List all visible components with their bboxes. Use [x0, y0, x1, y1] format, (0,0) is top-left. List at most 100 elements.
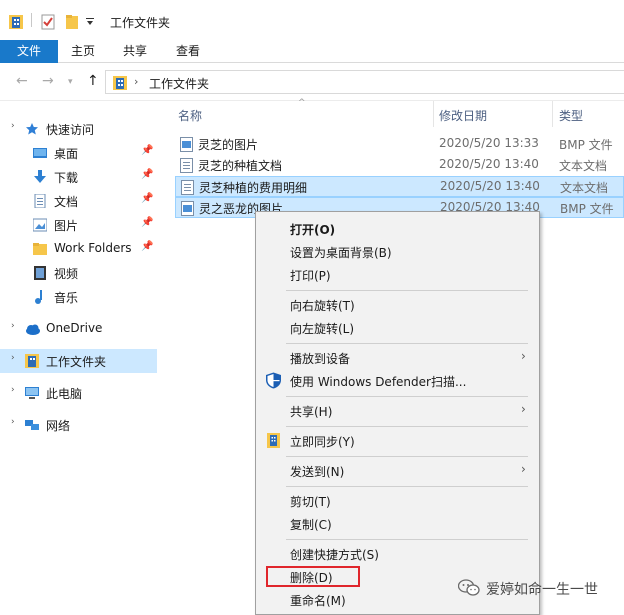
menu-item-rotate-left[interactable]: 向左旋转(L) [259, 316, 536, 338]
tab-share[interactable]: 共享 [114, 40, 156, 63]
column-header-type[interactable]: 类型 [559, 101, 583, 127]
nav-item-label: 此电脑 [46, 387, 83, 401]
work-folder-icon [113, 76, 127, 90]
menu-separator [286, 486, 528, 487]
forward-arrow-icon[interactable]: → [42, 73, 54, 89]
menu-item-label: 播放到设备 [290, 352, 351, 366]
video-icon [34, 266, 46, 280]
menu-item-label: 向右旋转(T) [290, 299, 355, 313]
menu-item-label: 向左旋转(L) [290, 322, 355, 336]
new-folder-icon[interactable] [65, 14, 79, 30]
tab-home[interactable]: 主页 [62, 40, 104, 63]
defender-shield-icon [266, 372, 281, 389]
pin-icon[interactable]: 📌 [141, 241, 153, 252]
menu-item-sync-now[interactable]: 立即同步(Y) [259, 429, 536, 451]
expand-chevron-icon[interactable]: › [11, 385, 15, 395]
menu-item-rotate-right[interactable]: 向右旋转(T) [259, 293, 536, 315]
menu-item-set-desktop-background[interactable]: 设置为桌面背景(B) [259, 240, 536, 262]
file-name: 灵芝的种植文档 [198, 159, 283, 173]
menu-item-cast-to-device[interactable]: 播放到设备 › [259, 346, 536, 368]
menu-item-label: 复制(C) [290, 518, 332, 532]
nav-item-this-pc[interactable]: › 此电脑 [0, 381, 157, 405]
breadcrumb-current[interactable]: 工作文件夹 [149, 75, 209, 92]
computer-icon [25, 387, 39, 399]
sync-folder-icon [267, 433, 280, 448]
file-row[interactable]: 灵芝种植的费用明细 2020/5/20 13:40 文本文档 [175, 176, 624, 197]
menu-item-send-to[interactable]: 发送到(N) › [259, 459, 536, 481]
address-bar[interactable]: › 工作文件夹 [105, 70, 624, 94]
desktop-icon [33, 148, 47, 158]
menu-separator [286, 539, 528, 540]
expand-chevron-icon[interactable]: › [11, 321, 15, 331]
ribbon-tabs: 文件 主页 共享 查看 [0, 40, 624, 63]
file-name: 灵芝种植的费用明细 [199, 181, 308, 195]
column-header-name[interactable]: 名称 [178, 101, 202, 127]
nav-item-label: 桌面 [54, 147, 79, 161]
recent-locations-chevron-icon[interactable]: ▾ [68, 77, 73, 87]
text-file-icon [180, 158, 193, 173]
menu-item-label: 共享(H) [290, 405, 333, 419]
menu-item-cut[interactable]: 剪切(T) [259, 489, 536, 511]
address-row: ← → ▾ ↑ › 工作文件夹 [0, 63, 624, 101]
menu-item-open[interactable]: 打开(O) [259, 217, 536, 239]
up-arrow-icon[interactable]: ↑ [87, 73, 99, 89]
menu-item-label: 打印(P) [290, 269, 331, 283]
menu-item-copy[interactable]: 复制(C) [259, 512, 536, 534]
music-icon [35, 290, 42, 304]
nav-item-label: 音乐 [54, 291, 79, 305]
nav-item-label: 下载 [54, 171, 79, 185]
file-row[interactable]: 灵芝的种植文档 2020/5/20 13:40 文本文档 [175, 155, 624, 176]
properties-icon[interactable] [41, 14, 55, 30]
menu-item-label: 剪切(T) [290, 495, 331, 509]
nav-item-videos[interactable]: 视频 [0, 261, 157, 285]
column-header-date[interactable]: 修改日期 [439, 101, 487, 127]
nav-item-network[interactable]: › 网络 [0, 413, 157, 437]
menu-item-label: 创建快捷方式(S) [290, 548, 379, 562]
title-divider [31, 13, 32, 27]
delete-highlight-box [266, 566, 360, 587]
menu-item-print[interactable]: 打印(P) [259, 263, 536, 285]
pin-icon[interactable]: 📌 [141, 217, 153, 228]
explorer-app-icon[interactable] [8, 14, 24, 30]
tab-view[interactable]: 查看 [167, 40, 209, 63]
nav-item-documents[interactable]: 文档 📌 [0, 189, 157, 213]
tab-file[interactable]: 文件 [0, 40, 58, 63]
collapse-chevron-icon[interactable]: › [11, 121, 15, 131]
file-type: 文本文档 [560, 181, 609, 195]
menu-separator [286, 343, 528, 344]
nav-item-work-folders[interactable]: Work Folders 📌 [0, 237, 157, 261]
picture-icon [33, 218, 47, 232]
menu-item-defender-scan[interactable]: 使用 Windows Defender扫描... [259, 369, 536, 391]
menu-item-create-shortcut[interactable]: 创建快捷方式(S) [259, 542, 536, 564]
nav-item-onedrive[interactable]: › OneDrive [0, 317, 157, 341]
file-type: BMP 文件 [559, 138, 613, 152]
expand-chevron-icon[interactable]: › [11, 353, 15, 363]
menu-separator [286, 290, 528, 291]
expand-chevron-icon[interactable]: › [11, 417, 15, 427]
back-arrow-icon[interactable]: ← [16, 73, 28, 89]
file-row[interactable]: 灵芝的图片 2020/5/20 13:33 BMP 文件 [175, 134, 624, 155]
menu-item-label: 重命名(M) [290, 594, 346, 608]
nav-item-label: 网络 [46, 419, 71, 433]
submenu-arrow-icon: › [521, 462, 526, 476]
customize-toolbar-icon[interactable] [86, 18, 94, 26]
pin-icon[interactable]: 📌 [141, 169, 153, 180]
breadcrumb-separator[interactable]: › [134, 75, 138, 88]
wechat-icon [458, 579, 480, 596]
column-divider[interactable] [433, 101, 434, 127]
nav-item-desktop[interactable]: 桌面 📌 [0, 141, 157, 165]
menu-item-label: 打开(O) [290, 223, 336, 237]
nav-item-music[interactable]: 音乐 [0, 285, 157, 309]
pin-icon[interactable]: 📌 [141, 193, 153, 204]
column-divider[interactable] [552, 101, 553, 127]
nav-item-pictures[interactable]: 图片 📌 [0, 213, 157, 237]
nav-item-label: 工作文件夹 [46, 355, 107, 369]
nav-item-quick-access[interactable]: › 快速访问 [0, 117, 157, 141]
nav-item-downloads[interactable]: 下载 📌 [0, 165, 157, 189]
submenu-arrow-icon: › [521, 349, 526, 363]
pin-icon[interactable]: 📌 [141, 145, 153, 156]
nav-item-work-folders-root[interactable]: › 工作文件夹 [0, 349, 157, 373]
menu-item-share[interactable]: 共享(H) › [259, 399, 536, 421]
file-name: 灵芝的图片 [198, 138, 259, 152]
menu-item-label: 设置为桌面背景(B) [290, 246, 392, 260]
